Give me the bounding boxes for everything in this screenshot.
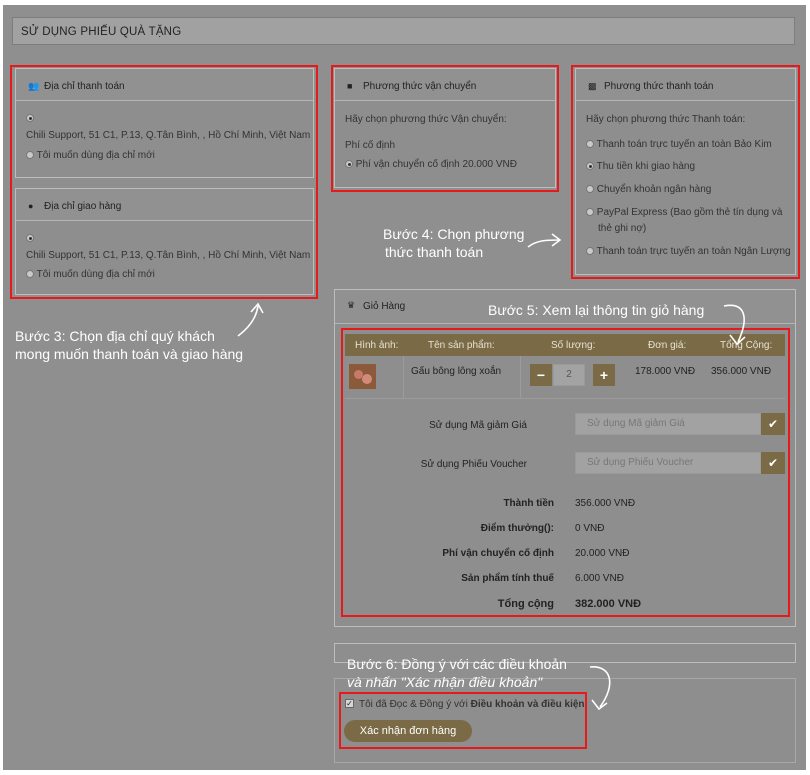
step3-highlight xyxy=(10,65,318,299)
step4-note-line2: thức thanh toán xyxy=(385,244,484,260)
step4-highlight xyxy=(571,65,800,279)
step3-note-line2: mong muốn thanh toán và giao hàng xyxy=(15,346,244,362)
step6-note: Bước 6: Đồng ý với các điều khoản và nhấ… xyxy=(347,655,567,691)
step3-arrow xyxy=(237,302,264,337)
step4-arrow xyxy=(527,233,562,248)
step6-highlight xyxy=(339,692,587,749)
step6-note-line1: Bước 6: Đồng ý với các điều khoản xyxy=(347,656,567,672)
shipping-method-highlight xyxy=(331,65,559,192)
step5-highlight xyxy=(341,328,790,617)
page-title: SỬ DỤNG PHIẾU QUÀ TẶNG xyxy=(21,26,182,38)
crown-icon: ♛ xyxy=(347,300,356,310)
step5-note: Bước 5: Xem lại thông tin giỏ hàng xyxy=(488,302,705,318)
step4-note-line1: Bước 4: Chọn phương xyxy=(383,226,525,242)
cart-title: Giỏ Hàng xyxy=(363,301,406,312)
page-title-bar: SỬ DỤNG PHIẾU QUÀ TẶNG xyxy=(12,17,795,45)
step5-arrow xyxy=(723,304,746,346)
step3-note: Bước 3: Chọn địa chỉ quý khách mong muốn… xyxy=(15,327,243,363)
step6-note-line2: và nhấn "Xác nhận điều khoản" xyxy=(347,674,543,690)
step4-note: Bước 4: Chọn phương thức thanh toán xyxy=(383,225,524,261)
step6-arrow xyxy=(589,666,611,711)
step3-note-line1: Bước 3: Chọn địa chỉ quý khách xyxy=(15,328,215,344)
